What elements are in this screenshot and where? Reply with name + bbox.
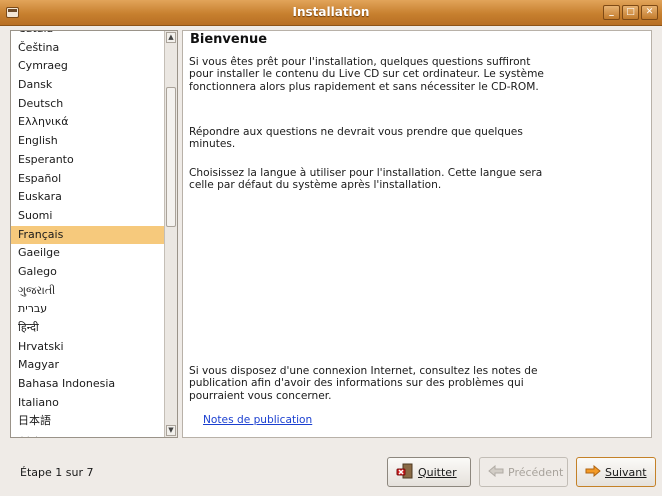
quit-label: Quitter: [418, 465, 457, 479]
scroll-up-icon[interactable]: ▲: [166, 32, 176, 43]
quit-icon: [396, 463, 414, 482]
language-item[interactable]: עברית: [11, 300, 166, 319]
language-item[interactable]: Galego: [11, 263, 166, 282]
release-notes-link[interactable]: Notes de publication: [203, 414, 312, 426]
language-item[interactable]: ಕನ್ನಡ: [11, 431, 166, 437]
arrow-right-icon: [585, 464, 601, 480]
language-item[interactable]: Ελληνικά: [11, 113, 166, 132]
language-item[interactable]: English: [11, 132, 166, 151]
back-button[interactable]: Précédent: [479, 457, 568, 487]
scroll-down-icon[interactable]: ▼: [166, 425, 176, 436]
language-item[interactable]: Cymraeg: [11, 57, 166, 76]
intro-text: Si vous êtes prêt pour l'installation, q…: [189, 56, 544, 93]
maximize-icon[interactable]: □: [622, 5, 639, 20]
language-item[interactable]: Euskara: [11, 188, 166, 207]
language-list[interactable]: CatalàČeštinaCymraegDanskDeutschΕλληνικά…: [10, 30, 178, 438]
scroll-thumb[interactable]: [166, 87, 176, 227]
welcome-panel: Bienvenue Si vous êtes prêt pour l'insta…: [182, 30, 652, 438]
language-item[interactable]: Gaeilge: [11, 244, 166, 263]
arrow-left-icon: [488, 464, 504, 480]
language-item[interactable]: Français: [11, 225, 166, 245]
language-item[interactable]: Català: [11, 31, 166, 39]
quit-button[interactable]: Quitter: [387, 457, 471, 487]
language-item[interactable]: Deutsch: [11, 95, 166, 114]
step-indicator: Étape 1 sur 7: [20, 466, 94, 479]
language-item[interactable]: Italiano: [11, 394, 166, 413]
forward-button[interactable]: Suivant: [576, 457, 656, 487]
back-label: Précédent: [508, 465, 564, 479]
minimize-icon[interactable]: _: [603, 5, 620, 20]
page-title: Bienvenue: [190, 32, 268, 47]
language-item[interactable]: Bahasa Indonesia: [11, 375, 166, 394]
language-item[interactable]: Čeština: [11, 39, 166, 58]
internet-hint-text: Si vous disposez d'une connexion Interne…: [189, 365, 538, 402]
language-item[interactable]: 日本語: [11, 412, 166, 431]
language-item[interactable]: Hrvatski: [11, 338, 166, 357]
forward-label: Suivant: [605, 465, 647, 479]
duration-text: Répondre aux questions ne devrait vous p…: [189, 126, 523, 151]
language-item[interactable]: हिन्दी: [11, 319, 166, 338]
language-item[interactable]: Español: [11, 170, 166, 189]
title-bar[interactable]: Installation _ □ ✕: [0, 0, 662, 26]
language-item[interactable]: Magyar: [11, 356, 166, 375]
language-hint-text: Choisissez la langue à utiliser pour l'i…: [189, 167, 543, 192]
language-item[interactable]: Esperanto: [11, 151, 166, 170]
language-item[interactable]: Suomi: [11, 207, 166, 226]
list-scrollbar[interactable]: ▲ ▼: [164, 31, 177, 437]
language-item[interactable]: Dansk: [11, 76, 166, 95]
close-icon[interactable]: ✕: [641, 5, 658, 20]
window-title: Installation: [292, 5, 370, 19]
language-item[interactable]: ગુજરાતી: [11, 282, 166, 301]
